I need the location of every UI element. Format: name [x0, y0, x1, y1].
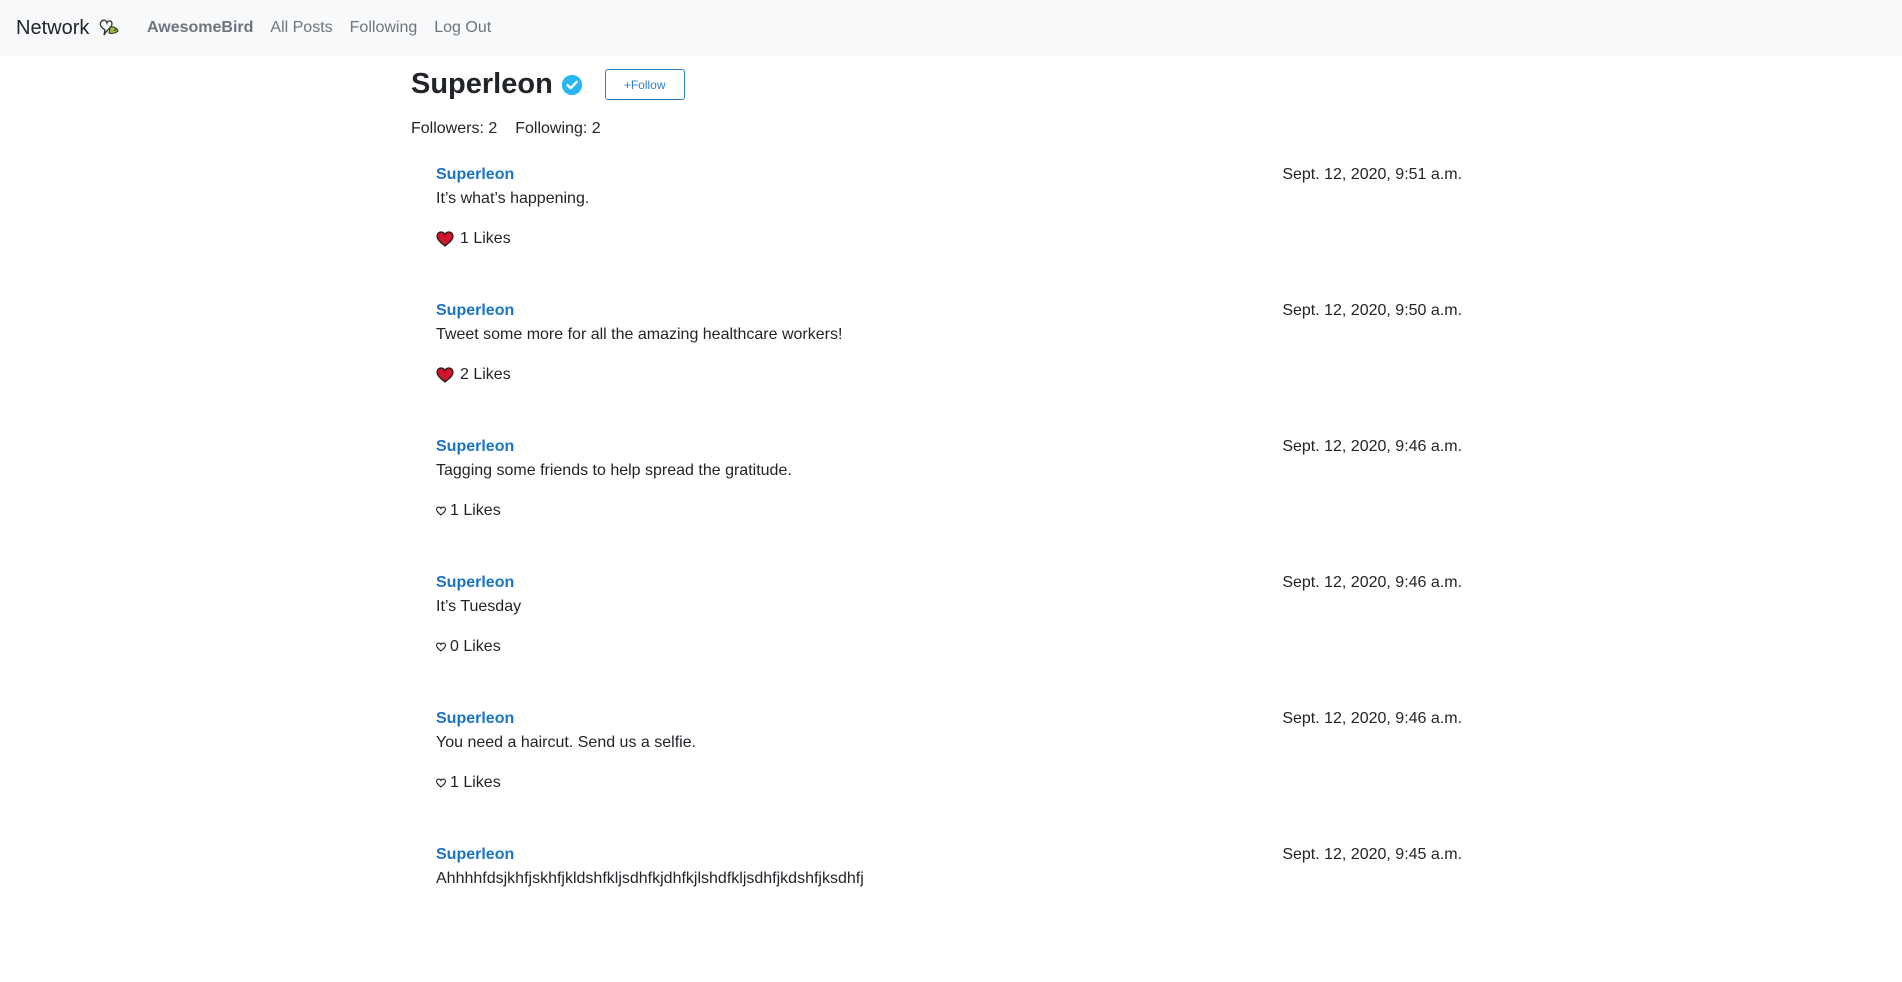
post-author-link[interactable]: Superleon: [436, 302, 514, 320]
profile-name: Superleon: [411, 68, 553, 100]
heart-outline-icon[interactable]: [436, 642, 446, 652]
nav-following[interactable]: Following: [350, 19, 418, 37]
likes-count: 1 Likes: [450, 774, 501, 791]
post-likes: 2 Likes: [436, 366, 511, 384]
brand-name: Network: [16, 16, 90, 39]
post-item: Superleon Sept. 12, 2020, 9:46 a.m. Taggin…: [436, 438, 1462, 574]
post-timestamp: Sept. 12, 2020, 9:46 a.m.: [1282, 710, 1462, 727]
likes-count: 1 Likes: [460, 230, 511, 247]
post-item: Superleon Sept. 12, 2020, 9:46 a.m. You ne…: [436, 710, 1462, 846]
following-count[interactable]: Following: 2: [515, 120, 600, 138]
post-author-link[interactable]: Superleon: [436, 710, 514, 728]
post-item: Superleon Sept. 12, 2020, 9:50 a.m. Tweet …: [436, 302, 1462, 438]
post-item: Superleon Sept. 12, 2020, 9:45 a.m. Ahhhhf…: [436, 846, 1462, 982]
post-body: Tweet some more for all the amazing heal…: [436, 326, 843, 343]
followers-count[interactable]: Followers: 2: [411, 120, 497, 138]
brand-link[interactable]: Network: [16, 0, 121, 56]
profile-header: Superleon +Follow: [411, 68, 685, 101]
post-body: It’s Tuesday: [436, 598, 522, 615]
heart-outline-icon[interactable]: [436, 506, 446, 516]
nav-current-user[interactable]: AwesomeBird: [147, 19, 253, 37]
likes-count: 1 Likes: [450, 502, 501, 519]
post-timestamp: Sept. 12, 2020, 9:50 a.m.: [1282, 302, 1462, 319]
likes-count: 2 Likes: [460, 366, 511, 383]
post-body: You need a haircut. Send us a selfie.: [436, 734, 697, 751]
top-navbar: Network AwesomeBird All Posts Following …: [0, 0, 1902, 56]
post-body: Tagging some friends to help spread the …: [436, 462, 792, 479]
post-timestamp: Sept. 12, 2020, 9:45 a.m.: [1282, 846, 1462, 863]
likes-count: 0 Likes: [450, 638, 501, 655]
heart-filled-icon[interactable]: [436, 231, 454, 247]
verified-badge-icon: [561, 74, 583, 96]
heart-filled-icon[interactable]: [436, 367, 454, 383]
post-likes: 1 Likes: [436, 502, 501, 520]
nav-links: AwesomeBird All Posts Following Log Out: [147, 0, 508, 56]
post-timestamp: Sept. 12, 2020, 9:46 a.m.: [1282, 574, 1462, 591]
posts-list: Superleon Sept. 12, 2020, 9:51 a.m. It’s w…: [436, 166, 1462, 982]
post-author-link[interactable]: Superleon: [436, 574, 514, 592]
heart-outline-icon[interactable]: [436, 778, 446, 788]
post-author-link[interactable]: Superleon: [436, 846, 514, 864]
post-likes: 0 Likes: [436, 638, 501, 656]
post-author-link[interactable]: Superleon: [436, 166, 514, 184]
follow-counts: Followers: 2 Following: 2: [411, 120, 601, 138]
post-timestamp: Sept. 12, 2020, 9:51 a.m.: [1282, 166, 1462, 183]
post-author-link[interactable]: Superleon: [436, 438, 514, 456]
nav-all-posts[interactable]: All Posts: [270, 19, 332, 37]
bird-heart-icon: [97, 16, 121, 40]
post-body: It’s what’s happening.: [436, 190, 590, 207]
follow-button[interactable]: +Follow: [604, 69, 685, 100]
post-timestamp: Sept. 12, 2020, 9:46 a.m.: [1282, 438, 1462, 455]
post-likes: 1 Likes: [436, 774, 501, 792]
nav-log-out[interactable]: Log Out: [434, 19, 491, 37]
post-item: Superleon Sept. 12, 2020, 9:46 a.m. It’s T…: [436, 574, 1462, 710]
post-likes: 1 Likes: [436, 230, 511, 248]
post-item: Superleon Sept. 12, 2020, 9:51 a.m. It’s w…: [436, 166, 1462, 302]
post-body: Ahhhhfdsjkhfjskhfjkldshfkljsdhfkjdhfkjls…: [436, 870, 864, 887]
